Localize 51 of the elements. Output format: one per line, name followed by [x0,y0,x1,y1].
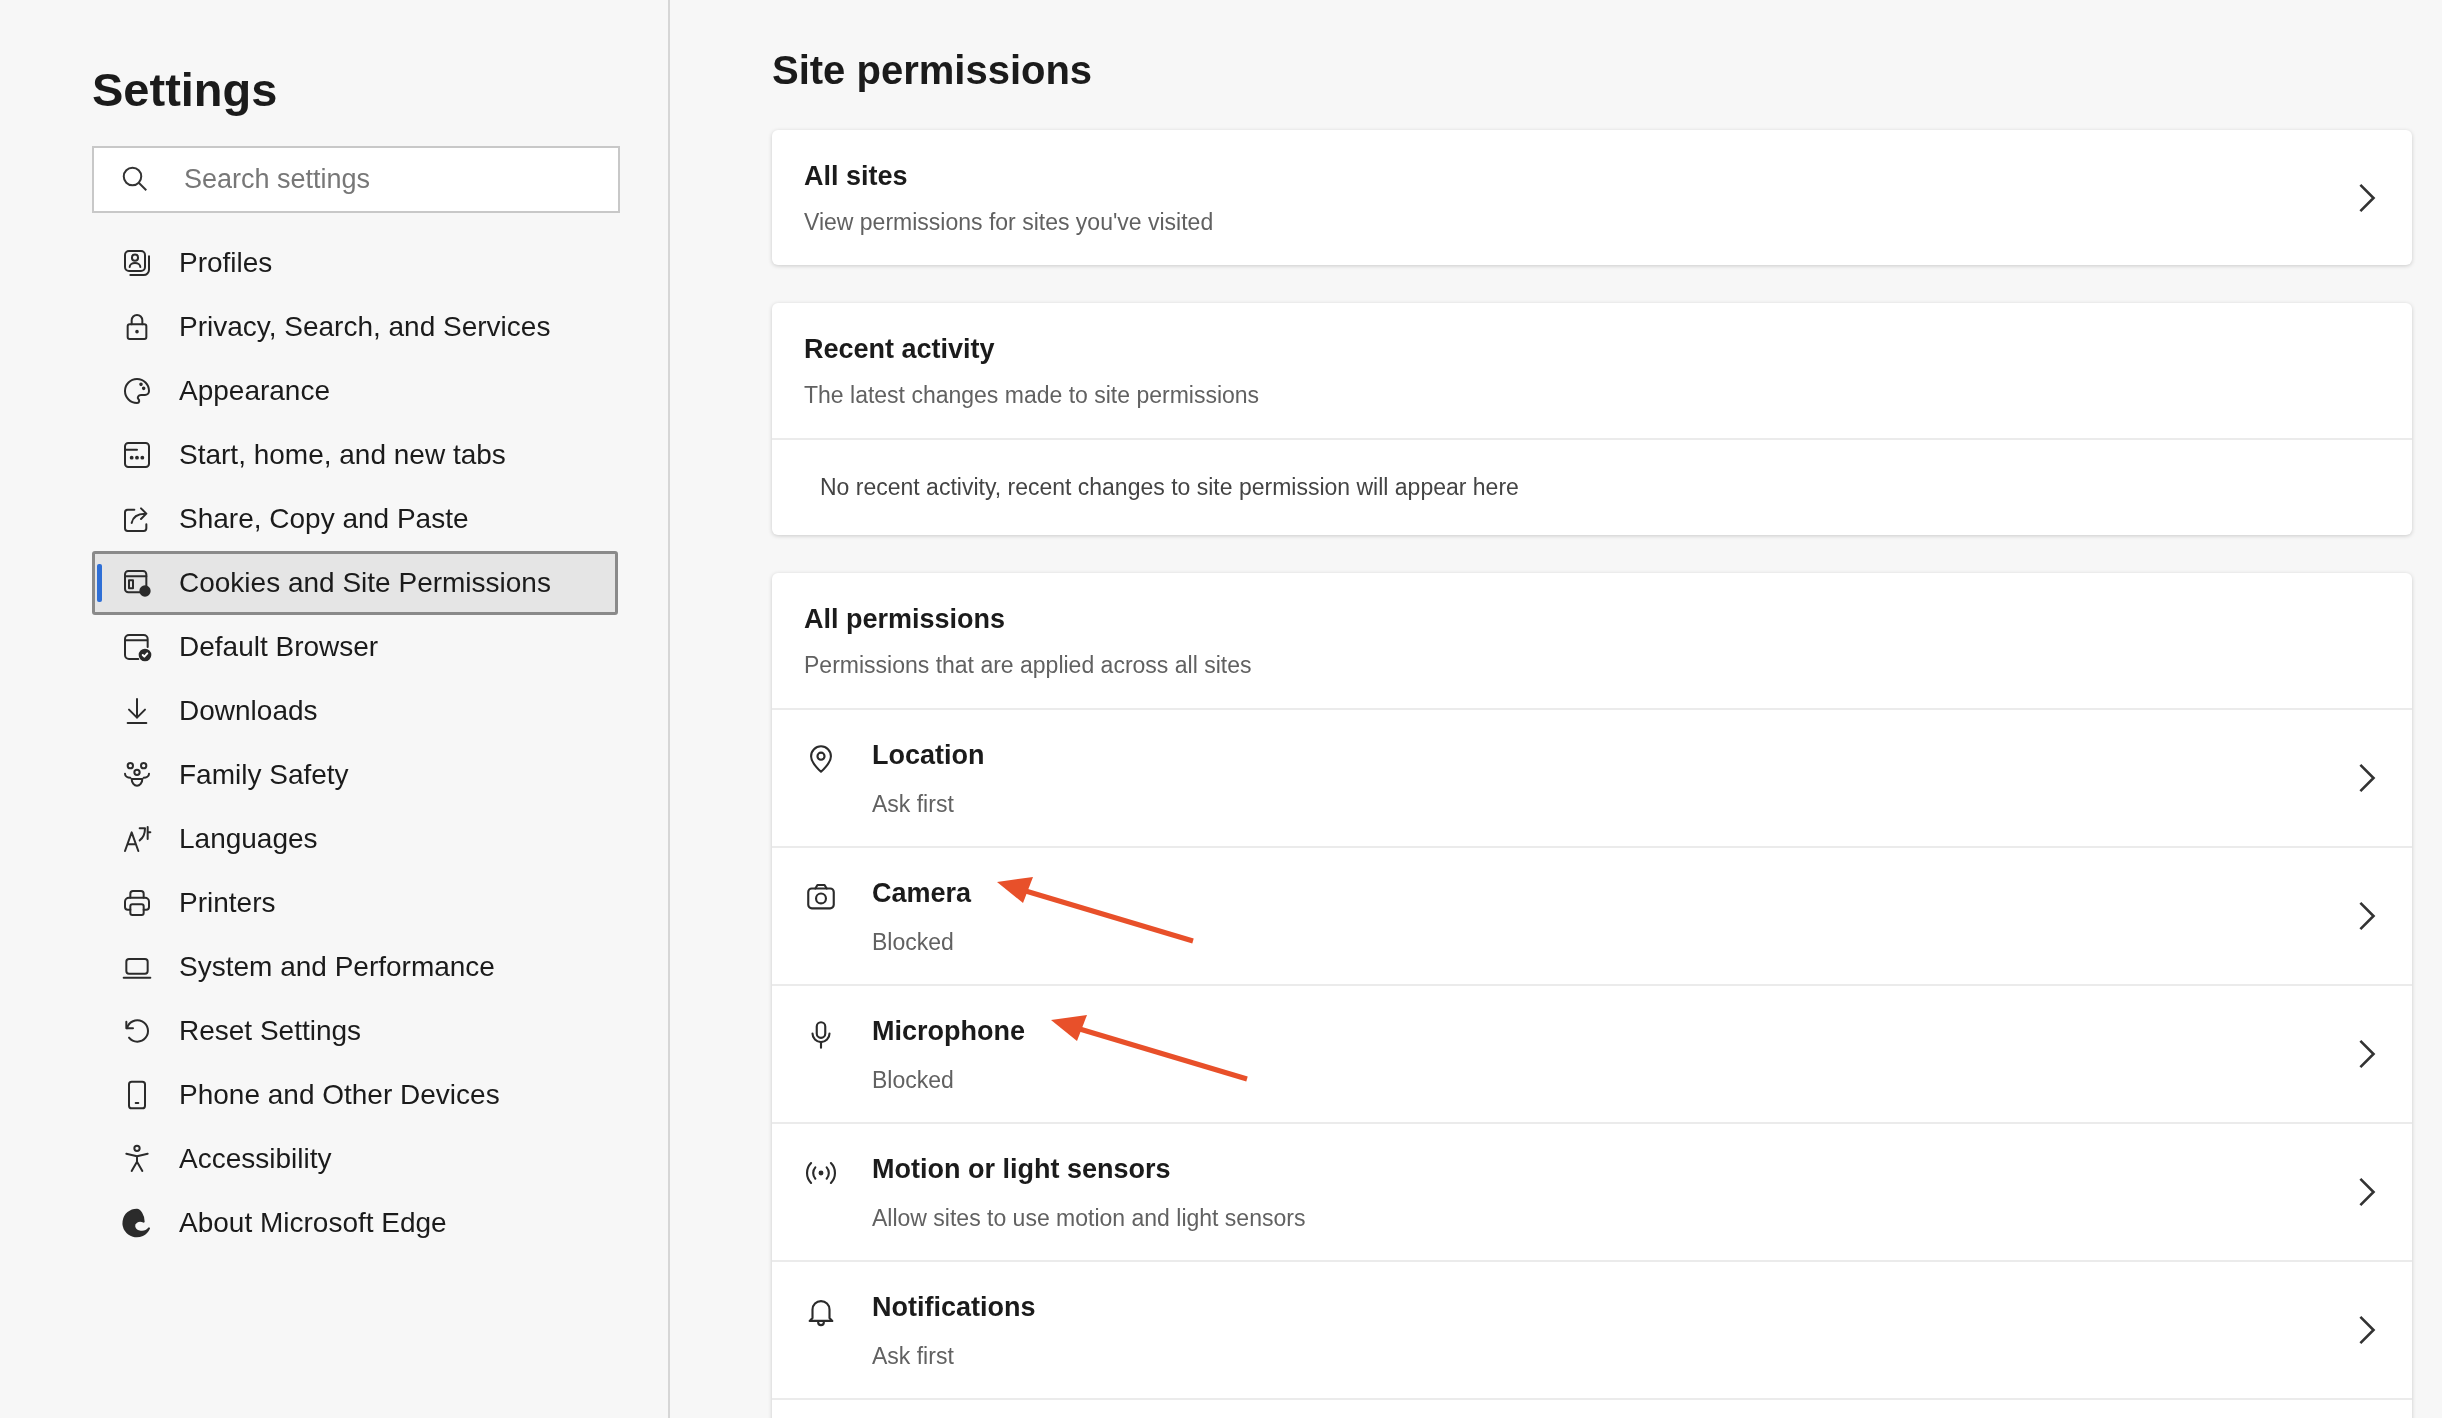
palette-icon [121,375,153,407]
permission-status: Blocked [872,928,955,957]
profile-icon [121,247,153,279]
permission-title: Location [872,738,986,772]
sidebar-item[interactable]: Default Browser [92,615,618,679]
card-title: All permissions [804,603,1007,636]
card-subtitle: Permissions that are applied across all sites [804,650,1253,680]
permission-status: Ask first [872,1342,955,1371]
permission-row[interactable]: Microphone Blocked [772,984,2412,1122]
sidebar-item[interactable]: Family Safety [92,743,618,807]
sidebar-item[interactable]: Phone and Other Devices [92,1063,618,1127]
permission-row[interactable]: Location Ask first [772,708,2412,846]
permission-title: Notifications [872,1290,1037,1324]
permission-status: Ask first [872,790,955,819]
sidebar-item[interactable]: Privacy, Search, and Services [92,295,618,359]
cookie-settings-icon [121,567,153,599]
search-icon [120,164,150,194]
sidebar-item[interactable]: Start, home, and new tabs [92,423,618,487]
sidebar-item[interactable]: Downloads [92,679,618,743]
sidebar-title: Settings [92,62,279,118]
permission-status: Blocked [872,1066,955,1095]
sidebar-item[interactable]: Accessibility [92,1127,618,1191]
sidebar-item[interactable]: Profiles [92,231,618,295]
sidebar-item[interactable]: System and Performance [92,935,618,999]
permission-title: Camera [872,876,972,910]
permission-title: Motion or light sensors [872,1152,1172,1186]
permission-row[interactable]: Motion or light sensors Allow sites to use motion and light sensors [772,1122,2412,1260]
sidebar-item[interactable]: Languages [92,807,618,871]
sidebar-item[interactable]: Share, Copy and Paste [92,487,618,551]
card-subtitle: The latest changes made to site permissions [804,380,1261,410]
card-title: Recent activity [804,333,996,366]
page-title: Site permissions [772,47,1094,94]
card-subtitle: View permissions for sites you've visited [804,207,1215,237]
empty-message: No recent activity, recent changes to site permission will appear here [820,473,1519,503]
permission-status: Allow sites to use motion and light sensors [872,1204,1307,1233]
all-sites-link[interactable]: All sites View permissions for sites you've visited [772,130,2412,265]
browser-check-icon [121,631,153,663]
permission-row[interactable]: Camera Blocked [772,846,2412,984]
search-field[interactable]: Search settings [92,146,620,213]
browser-tabs-icon [121,439,153,471]
sidebar-item[interactable]: Reset Settings [92,999,618,1063]
permission-row[interactable]: Notifications Ask first [772,1260,2412,1398]
sidebar-item[interactable]: Printers [92,871,618,935]
printer-icon [121,887,153,919]
sidebar-item[interactable]: Cookies and Site Permissions [92,551,618,615]
sidebar-item[interactable]: About Microsoft Edge [92,1191,618,1255]
sidebar-item[interactable]: Appearance [92,359,618,423]
permission-title: Microphone [872,1014,1025,1048]
swirl-logo-icon [121,1207,153,1239]
card-title: All sites [804,160,909,193]
language-icon [121,823,153,855]
